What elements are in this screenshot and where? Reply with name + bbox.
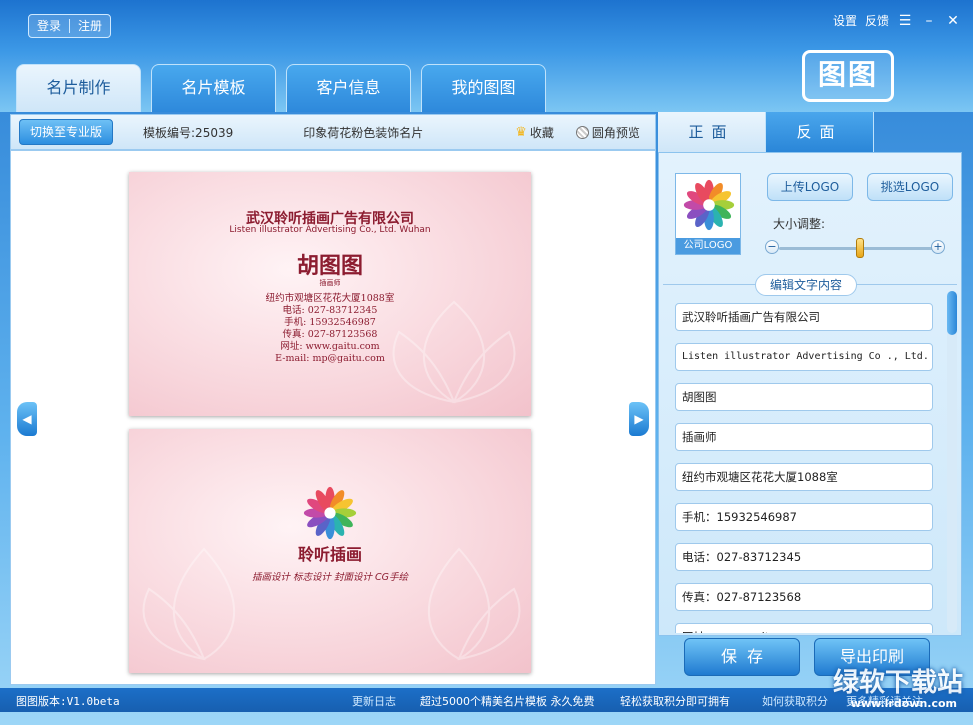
field-scroll-thumb[interactable] xyxy=(947,291,957,335)
logo-caption: 公司LOGO xyxy=(676,238,740,254)
card-website: 网址: www.gaitu.com xyxy=(280,341,380,352)
crown-icon: ♛ xyxy=(515,124,527,140)
favorite-button[interactable]: ♛ 收藏 xyxy=(515,124,554,141)
field-scrollbar[interactable] xyxy=(947,291,957,633)
side-tabs: 正面 反面 xyxy=(658,112,962,152)
size-adjust-label: 大小调整: xyxy=(773,217,826,231)
pick-logo-button[interactable]: 挑选LOGO xyxy=(867,173,953,201)
text-field-title[interactable]: 插画师 xyxy=(675,423,933,451)
card-back-brand: 聆听插画 xyxy=(297,545,362,564)
minimize-icon[interactable]: – xyxy=(921,13,937,29)
title-bar: 登录 注册 设置 反馈 ☰ – ✕ 图图 名片制作 名片模板 客户信息 我的图图 xyxy=(0,0,973,112)
card-job-title: 插画师 xyxy=(319,279,341,287)
text-field-list: 武汉聆听插画广告有限公司 Listen illustrator Advertis… xyxy=(663,291,945,633)
register-link[interactable]: 注册 xyxy=(70,15,110,37)
how-get-points-link[interactable]: 如何获取积分 xyxy=(762,693,828,709)
round-preview-label: 圆角预览 xyxy=(591,125,640,140)
app-logo: 图图 xyxy=(802,50,894,102)
card-back-services: 插画设计 标志设计 封面设计 CG手绘 xyxy=(251,572,409,583)
text-field-company-en[interactable]: Listen illustrator Advertising Co ., Ltd… xyxy=(675,343,933,371)
edit-panel: 公司LOGO 上传LOGO 挑选LOGO 大小调整: − + 编辑文字内容 武汉… xyxy=(658,152,962,636)
tab-customer-info[interactable]: 客户信息 xyxy=(286,64,411,112)
card-back-preview[interactable]: 聆听插画 插画设计 标志设计 封面设计 CG手绘 xyxy=(129,429,531,673)
status-bar: 图图版本:V1.0beta 更新日志 超过5000个精美名片模板 永久免费 轻松… xyxy=(0,688,973,712)
card-phone: 电话: 027-83712345 xyxy=(282,305,378,316)
next-template-button[interactable]: ▶ xyxy=(629,402,649,436)
template-name: 印象荷花粉色装饰名片 xyxy=(303,125,424,140)
text-field-website[interactable]: 网址：www.gaitu.com xyxy=(675,623,933,633)
size-decrease-button[interactable]: − xyxy=(765,240,779,254)
text-field-fax[interactable]: 传真：027-87123568 xyxy=(675,583,933,611)
template-number: 模板编号:25039 xyxy=(143,125,234,140)
promo-text: 超过5000个精美名片模板 永久免费 xyxy=(420,695,595,708)
size-slider-thumb[interactable] xyxy=(856,238,865,258)
site-watermark-url: www.lrdown.com xyxy=(850,697,957,710)
close-icon[interactable]: ✕ xyxy=(945,13,961,29)
text-field-company[interactable]: 武汉聆听插画广告有限公司 xyxy=(675,303,933,331)
card-email: E-mail: mp@gaitu.com xyxy=(275,353,385,364)
settings-link[interactable]: 设置 xyxy=(833,12,857,29)
system-controls: 设置 反馈 ☰ – ✕ xyxy=(833,12,961,29)
company-logo-thumb[interactable]: 公司LOGO xyxy=(675,173,741,255)
site-watermark: 绿软下载站 xyxy=(832,668,963,698)
promo-text-2: 轻松获取积分即可拥有 xyxy=(620,695,730,708)
text-field-name[interactable]: 胡图图 xyxy=(675,383,933,411)
feedback-link[interactable]: 反馈 xyxy=(865,12,889,29)
card-company-en: Listen illustrator Advertising Co., Ltd.… xyxy=(229,225,431,235)
card-contact-lines: 纽约市观塘区花花大厦1088室 电话: 027-83712345 手机: 159… xyxy=(129,293,531,365)
text-field-address[interactable]: 纽约市观塘区花花大厦1088室 xyxy=(675,463,933,491)
changelog-link[interactable]: 更新日志 xyxy=(352,693,396,709)
flower-logo-icon xyxy=(303,486,357,540)
editor-toolbar: 切换至专业版 模板编号:25039 印象荷花粉色装饰名片 ♛ 收藏 圆角预览 xyxy=(10,114,656,150)
tab-card-templates[interactable]: 名片模板 xyxy=(151,64,276,112)
prev-template-button[interactable]: ◀ xyxy=(17,402,37,436)
tab-back-side[interactable]: 反面 xyxy=(766,112,874,152)
flower-logo-icon xyxy=(683,179,735,231)
main-tabs: 名片制作 名片模板 客户信息 我的图图 xyxy=(16,64,546,112)
card-front-preview[interactable]: 武汉聆听插画广告有限公司 Listen illustrator Advertis… xyxy=(129,172,531,416)
card-preview-area: ◀ ▶ 武汉聆听插画广告有限公司 Listen illustrator Adve… xyxy=(10,150,656,685)
menu-icon[interactable]: ☰ xyxy=(897,13,913,29)
favorite-label: 收藏 xyxy=(529,125,554,140)
text-field-phone[interactable]: 电话：027-83712345 xyxy=(675,543,933,571)
tab-card-make[interactable]: 名片制作 xyxy=(16,64,141,112)
login-link[interactable]: 登录 xyxy=(29,15,69,37)
round-corner-icon xyxy=(575,125,589,139)
upload-logo-button[interactable]: 上传LOGO xyxy=(767,173,853,201)
switch-pro-button[interactable]: 切换至专业版 xyxy=(19,119,114,145)
save-button[interactable]: 保存 xyxy=(684,638,800,676)
card-fax: 传真: 027-87123568 xyxy=(282,329,378,340)
tab-my-tutu[interactable]: 我的图图 xyxy=(421,64,546,112)
auth-group: 登录 注册 xyxy=(28,14,112,38)
round-preview-button[interactable]: 圆角预览 xyxy=(575,124,640,141)
version-label: 图图版本:V1.0beta xyxy=(16,695,120,708)
size-increase-button[interactable]: + xyxy=(931,240,945,254)
text-field-mobile[interactable]: 手机：15932546987 xyxy=(675,503,933,531)
tab-front-side[interactable]: 正面 xyxy=(658,112,766,152)
card-person-name: 胡图图 xyxy=(296,253,363,279)
card-address: 纽约市观塘区花花大厦1088室 xyxy=(265,293,395,304)
card-mobile: 手机: 15932546987 xyxy=(284,317,376,328)
